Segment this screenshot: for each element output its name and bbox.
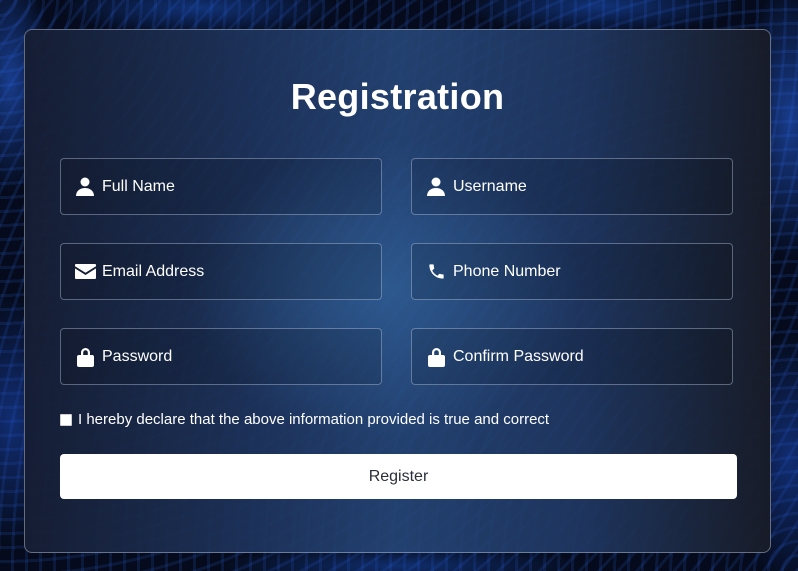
phone-icon — [425, 261, 447, 283]
email-field[interactable]: Email Address — [60, 243, 382, 300]
password-field[interactable]: Password — [60, 328, 382, 385]
phone-field[interactable]: Phone Number — [411, 243, 733, 300]
confirm-password-placeholder: Confirm Password — [453, 347, 584, 365]
registration-card: Registration Full Name Username Email Ad… — [24, 29, 771, 553]
declaration-checkbox[interactable] — [60, 413, 72, 426]
password-placeholder: Password — [102, 347, 173, 365]
declaration-label[interactable]: I hereby declare that the above informat… — [78, 411, 549, 428]
phone-placeholder: Phone Number — [453, 262, 561, 280]
lock-icon — [74, 346, 96, 368]
lock-icon — [425, 346, 447, 368]
username-field[interactable]: Username — [411, 158, 733, 215]
user-icon — [74, 176, 96, 198]
declaration-row: I hereby declare that the above informat… — [60, 411, 549, 428]
username-placeholder: Username — [453, 177, 527, 195]
full-name-field[interactable]: Full Name — [60, 158, 382, 215]
register-button[interactable]: Register — [60, 454, 737, 499]
confirm-password-field[interactable]: Confirm Password — [411, 328, 733, 385]
user-icon — [425, 176, 447, 198]
envelope-icon — [74, 261, 96, 283]
email-placeholder: Email Address — [102, 262, 205, 280]
page-title: Registration — [290, 76, 505, 117]
full-name-placeholder: Full Name — [102, 177, 175, 195]
